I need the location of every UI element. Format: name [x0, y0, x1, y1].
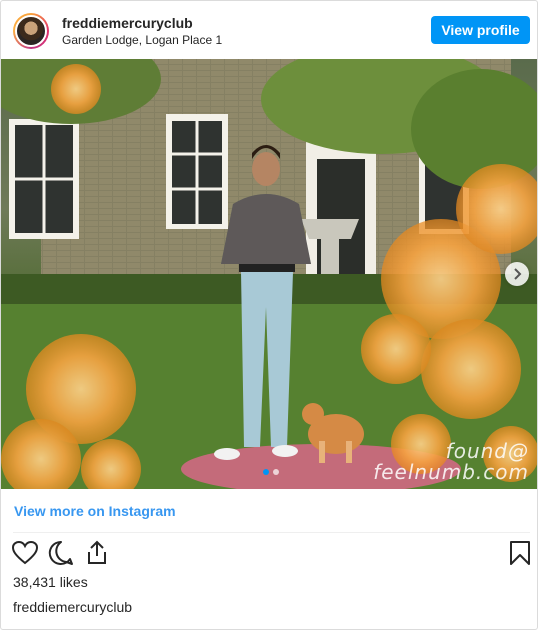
- next-slide-button[interactable]: [505, 262, 529, 286]
- photo-scene: [1, 59, 537, 489]
- location-link[interactable]: Garden Lodge, Logan Place 1: [62, 33, 222, 47]
- comment-icon[interactable]: [47, 539, 75, 567]
- action-bar: [1, 539, 537, 569]
- carousel-dot-active: [263, 469, 269, 475]
- divider: [13, 532, 530, 533]
- view-profile-button[interactable]: View profile: [431, 16, 530, 44]
- instagram-embed-card: freddiemercuryclub Garden Lodge, Logan P…: [0, 0, 538, 630]
- post-header: freddiemercuryclub Garden Lodge, Logan P…: [1, 1, 537, 59]
- likes-count[interactable]: 38,431 likes: [13, 574, 88, 590]
- carousel-dot: [273, 469, 279, 475]
- bookmark-icon[interactable]: [506, 539, 534, 567]
- post-photo[interactable]: found@ feelnumb.com: [1, 59, 537, 489]
- avatar[interactable]: [13, 13, 49, 49]
- heart-icon[interactable]: [11, 539, 39, 567]
- watermark-line-1: found@: [445, 439, 529, 463]
- watermark: found@ feelnumb.com: [373, 441, 529, 483]
- watermark-line-2: feelnumb.com: [373, 460, 529, 484]
- chevron-right-icon: [514, 268, 522, 280]
- username-link[interactable]: freddiemercuryclub: [62, 15, 193, 31]
- share-icon[interactable]: [83, 539, 111, 567]
- view-more-link[interactable]: View more on Instagram: [14, 503, 176, 519]
- caption-username[interactable]: freddiemercuryclub: [13, 599, 132, 615]
